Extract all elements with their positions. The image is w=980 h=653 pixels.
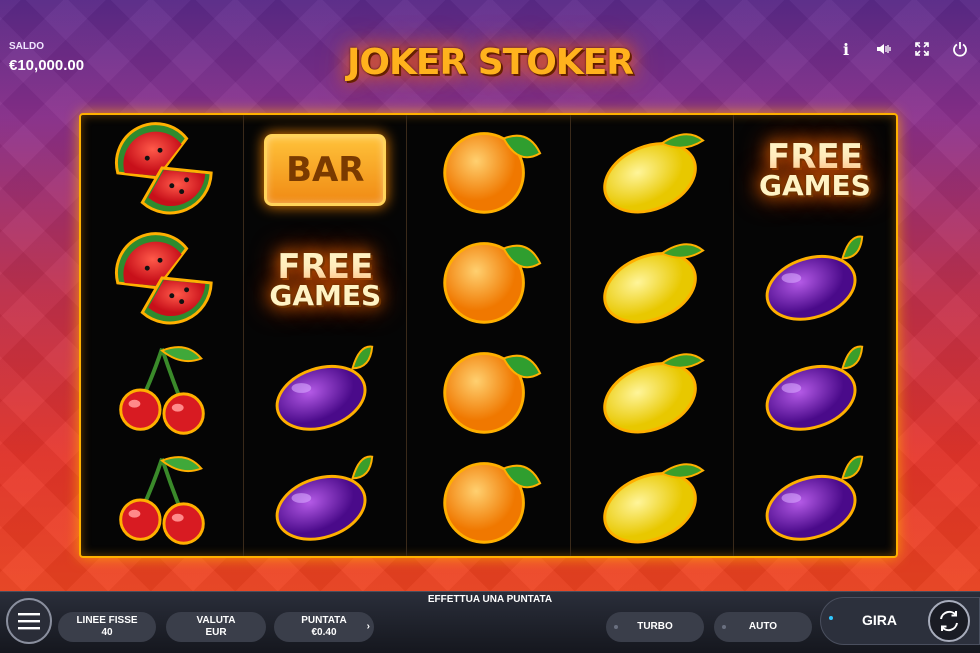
reel-cell xyxy=(81,115,243,225)
free-games-symbol: FREE GAMES xyxy=(759,140,871,202)
bet-label: PUNTATA xyxy=(301,615,347,626)
orange-symbol xyxy=(430,228,548,333)
hamburger-icon xyxy=(18,613,40,630)
info-icon[interactable]: i xyxy=(836,38,856,60)
fullscreen-icon[interactable] xyxy=(912,38,932,60)
reel-cell xyxy=(407,115,569,225)
spin-label[interactable]: GIRA xyxy=(862,612,897,628)
reel-cell xyxy=(81,225,243,335)
plum-symbol xyxy=(266,338,384,443)
orange-symbol xyxy=(430,118,548,223)
auto-button[interactable]: AUTO xyxy=(714,612,812,642)
bar-text: BAR xyxy=(286,150,365,191)
reel-cell xyxy=(734,225,896,335)
game-logo: JOKER STOKER xyxy=(346,42,634,83)
reel-cell xyxy=(734,446,896,556)
lemon-symbol xyxy=(593,338,711,443)
plum-symbol xyxy=(756,228,874,333)
bar-symbol: BAR xyxy=(264,134,387,207)
lemon-symbol xyxy=(593,228,711,333)
currency-display: VALUTA EUR xyxy=(166,612,266,642)
auto-indicator xyxy=(722,625,726,629)
lemon-symbol xyxy=(593,448,711,553)
turbo-button[interactable]: TURBO xyxy=(606,612,704,642)
reel xyxy=(571,115,734,556)
reel-cell xyxy=(734,336,896,446)
games-text: GAMES xyxy=(759,168,871,202)
reel-cell xyxy=(571,446,733,556)
sound-icon[interactable] xyxy=(874,38,894,60)
reel-grid: BAR FREE GAMES FREE GAMES xyxy=(79,113,898,558)
turbo-label: TURBO xyxy=(637,621,673,632)
turbo-indicator xyxy=(614,625,618,629)
bet-selector[interactable]: PUNTATA €0.40 › xyxy=(274,612,374,642)
reel-cell xyxy=(571,225,733,335)
reel: BAR FREE GAMES xyxy=(244,115,408,556)
reel xyxy=(407,115,571,556)
reel-cell xyxy=(81,336,243,446)
fixed-lines-value: 40 xyxy=(101,627,113,638)
plum-symbol xyxy=(266,448,384,553)
currency-value: EUR xyxy=(205,627,227,638)
orange-symbol xyxy=(430,448,548,553)
watermelon-symbol xyxy=(103,118,221,223)
fixed-lines-label: LINEE FISSE xyxy=(76,615,138,626)
auto-label: AUTO xyxy=(748,621,778,632)
spin-icon xyxy=(940,610,958,632)
games-text: GAMES xyxy=(269,279,382,313)
bet-value: €0.40 xyxy=(311,627,337,638)
currency-label: VALUTA xyxy=(196,615,236,626)
plum-symbol xyxy=(756,338,874,443)
chevron-right-icon[interactable]: › xyxy=(367,621,370,633)
reel-cell xyxy=(571,115,733,225)
spin-indicator xyxy=(829,616,833,620)
fixed-lines-display: LINEE FISSE 40 xyxy=(58,612,156,642)
reel-cell xyxy=(407,225,569,335)
reel-cell xyxy=(244,336,406,446)
reel-cell: BAR xyxy=(244,115,406,225)
power-icon[interactable] xyxy=(950,38,970,60)
menu-button[interactable] xyxy=(6,598,52,644)
top-toolbar: i xyxy=(836,38,970,60)
reel-cell xyxy=(407,336,569,446)
reel-cell xyxy=(571,336,733,446)
plum-symbol xyxy=(756,448,874,553)
free-games-symbol: FREE GAMES xyxy=(269,250,382,313)
reel-cell: FREE GAMES xyxy=(734,115,896,225)
orange-symbol xyxy=(430,338,548,443)
reel-cell xyxy=(244,446,406,556)
info-icon-glyph: i xyxy=(842,39,850,59)
cherry-symbol xyxy=(103,338,221,443)
reel xyxy=(81,115,245,556)
lemon-symbol xyxy=(593,118,711,223)
spin-button[interactable] xyxy=(928,600,970,642)
watermelon-symbol xyxy=(103,228,221,333)
reel-cell: FREE GAMES xyxy=(244,225,406,335)
cherry-symbol xyxy=(103,448,221,553)
reel-cell xyxy=(407,446,569,556)
reel: FREE GAMES xyxy=(734,115,896,556)
reel-cell xyxy=(81,446,243,556)
